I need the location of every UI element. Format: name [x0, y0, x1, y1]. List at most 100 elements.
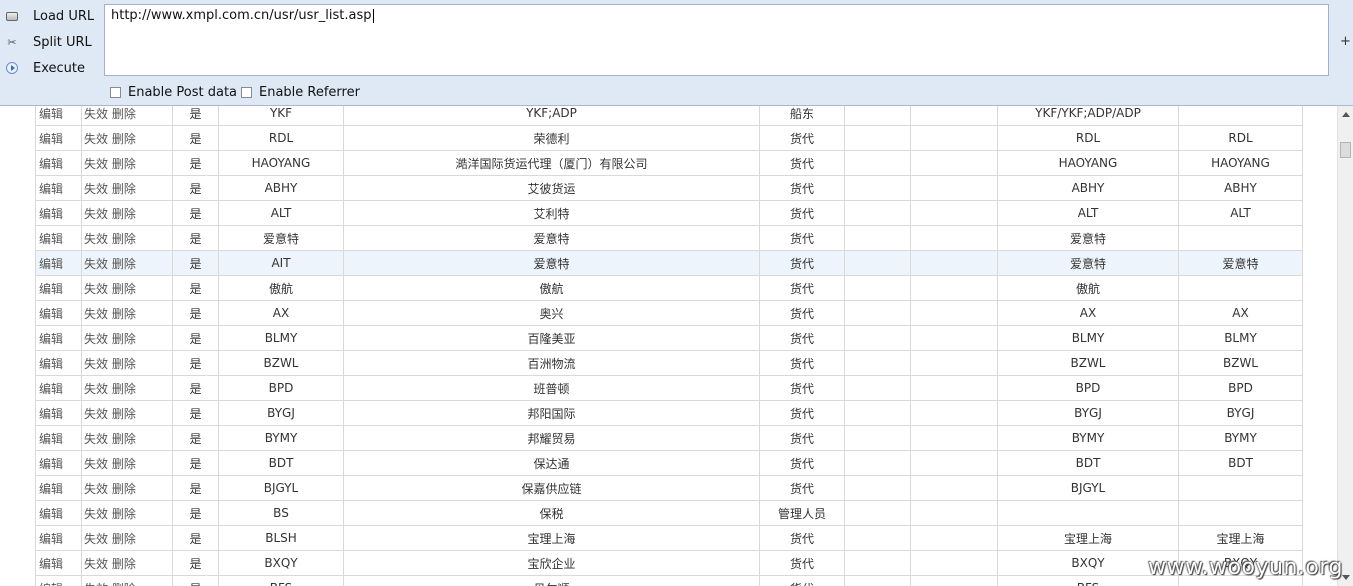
- invalidate-delete-links[interactable]: 失效 删除: [81, 200, 173, 226]
- code-cell: BJGYL: [218, 475, 344, 501]
- active-flag-cell: 是: [172, 175, 219, 201]
- active-flag-cell: 是: [172, 425, 219, 451]
- invalidate-delete-links[interactable]: 失效 删除: [81, 225, 173, 251]
- code-cell: RDL: [218, 125, 344, 151]
- vertical-scrollbar[interactable]: [1337, 106, 1353, 586]
- type-cell: 货代: [759, 200, 845, 226]
- scroll-up-icon[interactable]: [1342, 112, 1350, 117]
- edit-link[interactable]: 编辑: [35, 175, 82, 201]
- invalidate-delete-links[interactable]: 失效 删除: [81, 175, 173, 201]
- company-name-cell: 百洲物流: [343, 350, 760, 376]
- company-name-cell: 艾彼货运: [343, 175, 760, 201]
- invalidate-delete-links[interactable]: 失效 删除: [81, 325, 173, 351]
- edit-link[interactable]: 编辑: [35, 550, 82, 576]
- short-name-cell: 宝理上海: [1178, 525, 1303, 551]
- split-url-button[interactable]: ✂ Split URL: [0, 30, 100, 54]
- edit-link[interactable]: 编辑: [35, 275, 82, 301]
- empty-cell: [910, 375, 998, 401]
- active-flag-cell: 是: [172, 250, 219, 276]
- empty-cell: [910, 425, 998, 451]
- plus-icon[interactable]: +: [1340, 34, 1351, 49]
- scroll-thumb[interactable]: [1340, 142, 1351, 158]
- invalidate-delete-links[interactable]: 失效 删除: [81, 350, 173, 376]
- table-row: 编辑 失效 删除是 BLSH 宝理上海 货代 宝理上海 宝理上海: [35, 525, 1303, 551]
- invalidate-delete-links[interactable]: 失效 删除: [81, 250, 173, 276]
- invalidate-delete-links[interactable]: 失效 删除: [81, 125, 173, 151]
- empty-cell: [910, 575, 998, 586]
- invalidate-delete-links[interactable]: 失效 删除: [81, 400, 173, 426]
- invalidate-delete-links[interactable]: 失效 删除: [81, 450, 173, 476]
- invalidate-delete-links[interactable]: 失效 删除: [81, 525, 173, 551]
- edit-link[interactable]: 编辑: [35, 525, 82, 551]
- company-name-cell: 贝尔顺: [343, 575, 760, 586]
- edit-link[interactable]: 编辑: [35, 125, 82, 151]
- active-flag-cell: 是: [172, 375, 219, 401]
- split-url-label: Split URL: [33, 34, 92, 50]
- invalidate-delete-links[interactable]: 失效 删除: [81, 275, 173, 301]
- edit-link[interactable]: 编辑: [35, 350, 82, 376]
- active-flag-cell: 是: [172, 200, 219, 226]
- company-name-cell: 爱意特: [343, 225, 760, 251]
- edit-link[interactable]: 编辑: [35, 300, 82, 326]
- short-name-cell: RDL: [1178, 125, 1303, 151]
- short-name-cell: HAOYANG: [1178, 150, 1303, 176]
- invalidate-delete-links[interactable]: 失效 删除: [81, 375, 173, 401]
- empty-cell: [844, 475, 911, 501]
- empty-cell: [910, 200, 998, 226]
- empty-cell: [844, 350, 911, 376]
- empty-cell: [910, 350, 998, 376]
- edit-link[interactable]: 编辑: [35, 325, 82, 351]
- edit-link[interactable]: 编辑: [35, 500, 82, 526]
- table-row: 编辑 失效 删除是 AIT 爱意特 货代 爱意特 爱意特: [35, 250, 1303, 276]
- invalidate-delete-links[interactable]: 失效 删除: [81, 500, 173, 526]
- company-name-cell: 澔洋国际货运代理（厦门）有限公司: [343, 150, 760, 176]
- empty-cell: [910, 300, 998, 326]
- alias-cell: ALT: [997, 200, 1179, 226]
- active-flag-cell: 是: [172, 575, 219, 586]
- empty-cell: [844, 550, 911, 576]
- edit-link[interactable]: 编辑: [35, 475, 82, 501]
- empty-cell: [844, 400, 911, 426]
- execute-button[interactable]: Execute: [0, 56, 100, 80]
- empty-cell: [910, 106, 998, 126]
- invalidate-delete-links[interactable]: 失效 删除: [81, 300, 173, 326]
- type-cell: 货代: [759, 175, 845, 201]
- scroll-down-icon[interactable]: [1342, 575, 1350, 580]
- enable-referrer-checkbox[interactable]: Enable Referrer: [241, 85, 360, 100]
- empty-cell: [844, 200, 911, 226]
- alias-cell: RDL: [997, 125, 1179, 151]
- edit-link[interactable]: 编辑: [35, 106, 82, 126]
- url-textarea[interactable]: http://www.xmpl.com.cn/usr/usr_list.asp: [104, 4, 1329, 76]
- empty-cell: [844, 175, 911, 201]
- invalidate-delete-links[interactable]: 失效 删除: [81, 425, 173, 451]
- checkbox-box[interactable]: [110, 87, 121, 98]
- table-row: 编辑 失效 删除是 HAOYANG 澔洋国际货运代理（厦门）有限公司 货代 HAOYANG…: [35, 150, 1303, 176]
- table-row: 编辑 失效 删除是 BDT 保达通 货代 BDT BDT: [35, 450, 1303, 476]
- edit-link[interactable]: 编辑: [35, 150, 82, 176]
- empty-cell: [844, 300, 911, 326]
- edit-link[interactable]: 编辑: [35, 375, 82, 401]
- invalidate-delete-links[interactable]: 失效 删除: [81, 106, 173, 126]
- enable-post-checkbox[interactable]: Enable Post data: [110, 85, 237, 100]
- table-body: 编辑 失效 删除是 YKF YKF;ADP 船东 YKF/YKF;ADP/ADP 编辑 失效 …: [35, 106, 1303, 586]
- edit-link[interactable]: 编辑: [35, 200, 82, 226]
- enable-referrer-label: Enable Referrer: [259, 85, 360, 100]
- edit-link[interactable]: 编辑: [35, 225, 82, 251]
- edit-link[interactable]: 编辑: [35, 425, 82, 451]
- empty-cell: [844, 106, 911, 126]
- code-cell: AX: [218, 300, 344, 326]
- checkbox-box[interactable]: [241, 87, 252, 98]
- invalidate-delete-links[interactable]: 失效 删除: [81, 575, 173, 586]
- type-cell: 货代: [759, 150, 845, 176]
- edit-link[interactable]: 编辑: [35, 400, 82, 426]
- invalidate-delete-links[interactable]: 失效 删除: [81, 550, 173, 576]
- alias-cell: 爱意特: [997, 250, 1179, 276]
- invalidate-delete-links[interactable]: 失效 删除: [81, 150, 173, 176]
- table-row: 编辑 失效 删除是傲航 傲航 货代 傲航: [35, 275, 1303, 301]
- edit-link[interactable]: 编辑: [35, 575, 82, 586]
- edit-link[interactable]: 编辑: [35, 450, 82, 476]
- code-cell: YKF: [218, 106, 344, 126]
- load-url-button[interactable]: Load URL: [0, 4, 100, 28]
- invalidate-delete-links[interactable]: 失效 删除: [81, 475, 173, 501]
- edit-link[interactable]: 编辑: [35, 250, 82, 276]
